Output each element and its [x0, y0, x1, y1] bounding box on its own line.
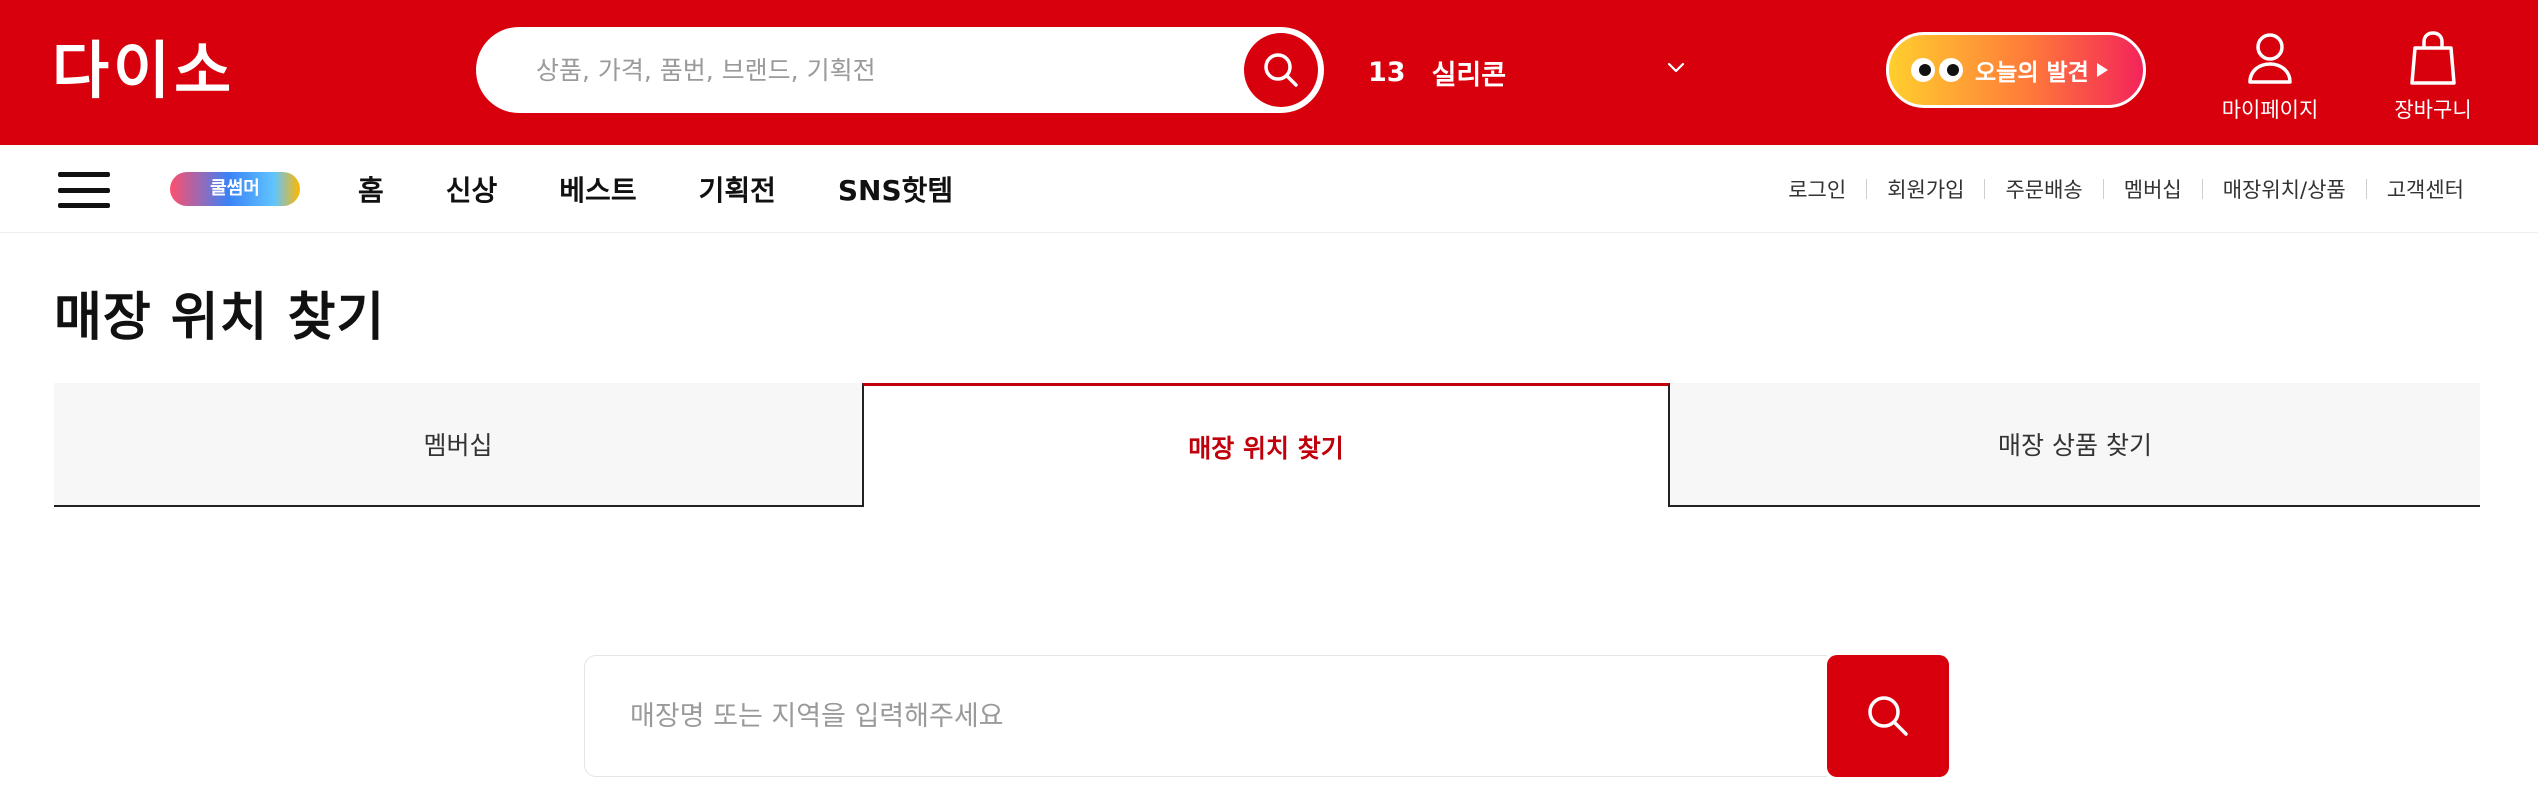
global-search-button[interactable]: [1244, 33, 1318, 107]
search-icon: [1868, 696, 1908, 736]
divider: [2102, 179, 2104, 199]
chevron-down-icon: [1667, 62, 1685, 73]
divider: [2365, 179, 2367, 199]
keyword-dropdown-toggle[interactable]: [1664, 56, 1688, 80]
store-search-button[interactable]: [1827, 655, 1949, 777]
global-search-input[interactable]: [536, 27, 1176, 113]
keyword-rank-text: 실리콘: [1431, 59, 1507, 91]
tab-store-location[interactable]: 매장 위치 찾기: [862, 383, 1670, 507]
order-delivery-link[interactable]: 주문배송: [2005, 174, 2082, 204]
play-arrow-icon: [2096, 63, 2108, 77]
keyword-rank-number: 13: [1368, 56, 1406, 88]
tab-bar: 멤버십 매장 위치 찾기 매장 상품 찾기: [54, 383, 2480, 507]
global-search-box: [476, 27, 1324, 113]
promo-logo[interactable]: 쿨썸머: [170, 172, 300, 206]
divider: [1984, 179, 1986, 199]
store-search-form: [584, 655, 1949, 777]
store-location-link[interactable]: 매장위치/상품: [2223, 174, 2346, 204]
divider: [2201, 179, 2203, 199]
top-header: 다이소 13 실리콘 오늘의 발견 마이페이지: [0, 0, 2538, 145]
main-menu: 홈 신상 베스트 기획전 SNS핫템: [358, 145, 953, 233]
daiso-logo[interactable]: 다이소: [52, 36, 308, 106]
menu-sns-hot[interactable]: SNS핫템: [838, 169, 953, 209]
store-search-field: [584, 655, 1827, 777]
tab-store-products[interactable]: 매장 상품 찾기: [1670, 383, 2480, 507]
customer-center-link[interactable]: 고객센터: [2387, 174, 2464, 204]
utility-links: 로그인 회원가입 주문배송 멤버십 매장위치/상품 고객센터: [1788, 145, 2464, 233]
todays-discovery-label: 오늘의 발견: [1975, 60, 2089, 86]
mypage-label: 마이페이지: [2221, 98, 2319, 122]
divider: [1866, 179, 1868, 199]
cart-label: 장바구니: [2394, 98, 2472, 122]
store-search-input[interactable]: [630, 656, 1810, 776]
shopping-bag-icon: [2410, 31, 2456, 85]
mypage-link[interactable]: 마이페이지: [2210, 22, 2330, 132]
todays-discovery-button[interactable]: 오늘의 발견: [1886, 32, 2146, 108]
menu-exhibition[interactable]: 기획전: [699, 169, 776, 209]
signup-link[interactable]: 회원가입: [1887, 174, 1964, 204]
user-icon: [2248, 33, 2292, 84]
tab-membership[interactable]: 멤버십: [54, 383, 862, 507]
main-nav-bar: 쿨썸머 홈 신상 베스트 기획전 SNS핫템 로그인 회원가입 주문배송 멤버십…: [0, 145, 2538, 233]
search-icon: [1264, 53, 1298, 87]
menu-home[interactable]: 홈: [358, 169, 384, 209]
menu-best[interactable]: 베스트: [559, 169, 636, 209]
hamburger-menu-icon[interactable]: [58, 172, 110, 208]
page-title: 매장 위치 찾기: [54, 288, 386, 348]
menu-new[interactable]: 신상: [446, 169, 498, 209]
login-link[interactable]: 로그인: [1788, 174, 1846, 204]
cart-link[interactable]: 장바구니: [2373, 22, 2493, 132]
membership-link[interactable]: 멤버십: [2124, 174, 2182, 204]
eyes-icon: [1911, 58, 1963, 82]
popular-keyword-ticker[interactable]: 13 실리콘: [1368, 48, 1506, 96]
